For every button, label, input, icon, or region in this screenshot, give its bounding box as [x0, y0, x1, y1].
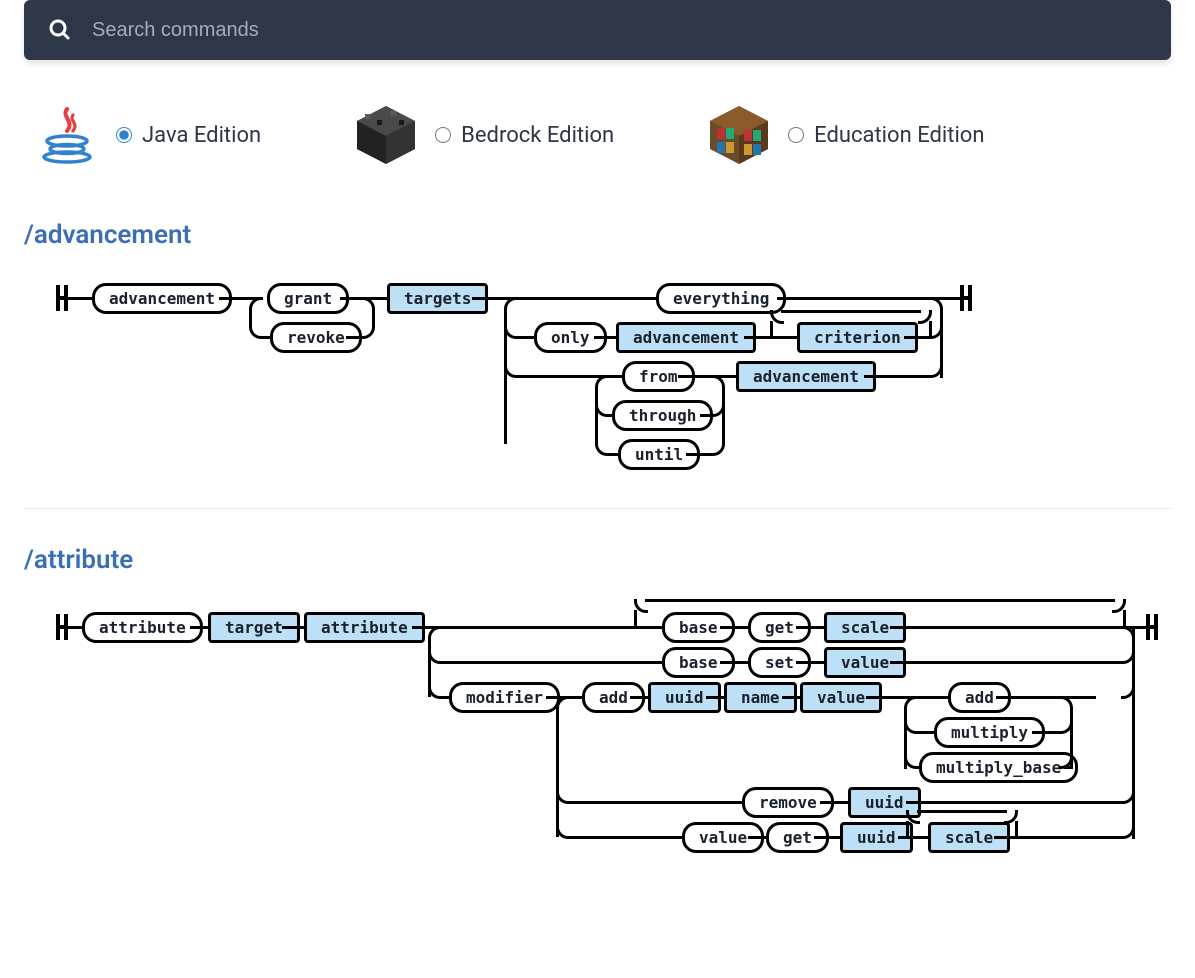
tok-root: advancement: [92, 283, 232, 314]
tok-through: through: [612, 400, 713, 431]
rail-start-icon: [56, 614, 68, 640]
tok-everything: everything: [656, 283, 786, 314]
edition-java-label-wrap[interactable]: Java Edition: [116, 123, 261, 148]
tok-range-adv: advancement: [736, 361, 876, 392]
search-bar: [24, 0, 1171, 60]
edition-bedrock-radio[interactable]: [435, 127, 451, 143]
edition-education-radio[interactable]: [788, 127, 804, 143]
bedrock-icon: [351, 100, 421, 170]
tok-grant: grant: [267, 283, 349, 314]
command-attribute-title[interactable]: /attribute: [24, 545, 1171, 575]
java-icon: [32, 100, 102, 170]
rail-end-icon: [1146, 614, 1158, 640]
diagram-advancement: advancement grant revoke targets everyth…: [24, 268, 1171, 478]
edition-education-label-wrap[interactable]: Education Edition: [788, 123, 984, 148]
tok-criterion: criterion: [797, 322, 918, 353]
rail-end-icon: [960, 285, 972, 311]
search-input[interactable]: [92, 19, 1147, 42]
education-icon: [704, 100, 774, 170]
edition-education-label: Education Edition: [814, 123, 984, 148]
tok-op-mult: multiply: [934, 717, 1045, 748]
edition-bedrock-label: Bedrock Edition: [461, 123, 614, 148]
edition-java-label: Java Edition: [142, 123, 261, 148]
edition-education: Education Edition: [704, 100, 984, 170]
edition-bedrock: Bedrock Edition: [351, 100, 614, 170]
edition-bedrock-label-wrap[interactable]: Bedrock Edition: [435, 123, 614, 148]
tok-op-multbase: multiply_base: [919, 752, 1078, 783]
edition-selector: Java Edition Bedrock Edition: [24, 100, 1171, 170]
separator: [24, 508, 1171, 509]
search-icon: [48, 18, 72, 42]
command-attribute: /attribute attribute target attribute ba…: [24, 545, 1171, 873]
tok-only-adv: advancement: [616, 322, 756, 353]
command-advancement: /advancement advancement grant revoke ta…: [24, 220, 1171, 478]
tok-attr: attribute: [304, 612, 425, 643]
tok-modifier: modifier: [449, 682, 560, 713]
diagram-attribute: attribute target attribute base get scal…: [24, 593, 1171, 873]
command-advancement-title[interactable]: /advancement: [24, 220, 1171, 250]
edition-java-radio[interactable]: [116, 127, 132, 143]
tok-attribute-root: attribute: [82, 612, 203, 643]
edition-java: Java Edition: [32, 100, 261, 170]
rail-start-icon: [56, 285, 68, 311]
